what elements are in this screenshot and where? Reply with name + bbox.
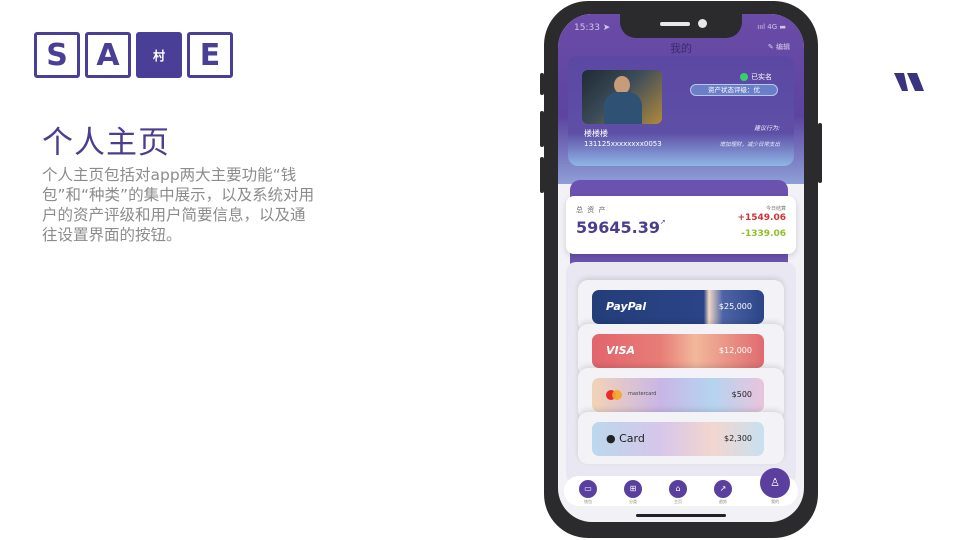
card-amount: $25,000 (718, 302, 752, 311)
notch (620, 14, 742, 38)
brand-mark-icon (894, 73, 924, 91)
card-amount: $2,300 (724, 434, 752, 443)
logo-letter-v: 村 (136, 32, 182, 78)
card-name: Card (619, 432, 645, 445)
camera (698, 19, 707, 28)
home-indicator (636, 514, 726, 517)
mute-button (540, 73, 544, 95)
card-name: VISA (606, 344, 636, 357)
tab-category[interactable]: ⊞ 分类 (623, 480, 643, 505)
slide-title: 个人主页 (42, 125, 170, 161)
apple-icon: ● (606, 432, 616, 445)
tab-label: 趋势 (719, 499, 727, 504)
speaker (660, 22, 690, 26)
profile-card: 已实名 资产状态评级：优 楼楼楼 131125xxxxxxxx0053 建议行为… (568, 56, 794, 166)
status-time: 15:33 ➤ (574, 23, 611, 33)
edit-button[interactable]: ✎ 编辑 (768, 42, 790, 52)
logo-letter-e: E (187, 32, 233, 78)
slide: S A 村 E 个人主页 个人主页包括对app两大主要功能“钱包”和“种类”的集… (0, 0, 960, 540)
verified-label: 已实名 (751, 73, 772, 81)
save-logo: S A 村 E (34, 32, 233, 78)
phone-frame: 15:33 ➤ ıııl 4G ▬ 我的 ✎ 编辑 已实名 资产状态评级：优 楼… (540, 1, 822, 538)
slide-description: 个人主页包括对app两大主要功能“钱包”和“种类”的集中展示，以及系统对用户的资… (42, 166, 315, 244)
trend-up-icon: ➚ (660, 218, 666, 226)
assets-value: 59645.39➚ (576, 218, 666, 237)
tab-trend[interactable]: ↗ 趋势 (713, 480, 733, 505)
card-face: ● Card $2,300 (592, 422, 764, 456)
card-face: mastercard $500 (592, 378, 764, 412)
card-name-wrap: ● Card (606, 432, 645, 445)
tab-label: 主页 (674, 499, 682, 504)
card-amount: $12,000 (718, 346, 752, 355)
logo-letter-s: S (34, 32, 80, 78)
volume-up-button (540, 111, 544, 147)
tab-label: 分类 (629, 499, 637, 504)
tab-label: 钱包 (584, 499, 592, 504)
assets-label: 总 资 产 (576, 206, 607, 214)
logo-v-char: 村 (152, 48, 165, 63)
trend-icon: ↗ (714, 480, 732, 498)
assets-amount: 59645.39 (576, 218, 661, 237)
tab-bar: ▭ 钱包 ⊞ 分类 ⌂ 主页 ↗ 趋势 ♙ 我的 (564, 468, 798, 506)
power-button (818, 123, 822, 183)
user-name: 楼楼楼 (584, 129, 608, 138)
tab-mine[interactable]: ♙ (760, 468, 790, 498)
tab-home[interactable]: ⌂ 主页 (668, 480, 688, 505)
avatar-body (604, 92, 642, 124)
edit-label: 编辑 (776, 43, 790, 51)
user-id: 131125xxxxxxxx0053 (584, 140, 662, 148)
card-face: PayPal $25,000 (592, 290, 764, 324)
avatar[interactable] (582, 70, 662, 124)
today-loss: -1339.06 (741, 229, 786, 239)
mastercard-icon (606, 390, 624, 400)
today-gain: +1549.06 (737, 213, 786, 223)
wallet-cards: PayPal $25,000 VISA $12,000 mastercard $… (566, 262, 796, 484)
home-icon: ⌂ (669, 480, 687, 498)
verified-badge: 已实名 (740, 72, 772, 82)
profile-header: 15:33 ➤ ıııl 4G ▬ 我的 ✎ 编辑 已实名 资产状态评级：优 楼… (558, 14, 804, 184)
card-face: VISA $12,000 (592, 334, 764, 368)
card-apple[interactable]: ● Card $2,300 (578, 412, 784, 464)
card-name: mastercard (628, 391, 657, 397)
total-assets-card[interactable]: 总 资 产 59645.39➚ 今日结算 +1549.06 -1339.06 (566, 196, 796, 254)
grid-icon: ⊞ (624, 480, 642, 498)
user-icon: ♙ (770, 476, 780, 489)
status-signal: ıııl 4G ▬ (757, 23, 786, 31)
today-settlement-label: 今日结算 (765, 206, 786, 212)
tab-wallet[interactable]: ▭ 钱包 (578, 480, 598, 505)
tab-mine-label: 我的 (771, 499, 779, 504)
logo-letter-a: A (85, 32, 131, 78)
suggest-title: 建议行为: (753, 125, 780, 132)
card-name: PayPal (606, 300, 647, 313)
suggest-text: 增加理财，减少日常支出 (719, 142, 780, 148)
phone-screen: 15:33 ➤ ıııl 4G ▬ 我的 ✎ 编辑 已实名 资产状态评级：优 楼… (558, 14, 804, 522)
wallet-icon: ▭ (579, 480, 597, 498)
asset-rating-badge: 资产状态评级：优 (690, 84, 778, 96)
volume-down-button (540, 157, 544, 193)
card-amount: $500 (731, 390, 752, 399)
verified-dot-icon (740, 73, 748, 81)
